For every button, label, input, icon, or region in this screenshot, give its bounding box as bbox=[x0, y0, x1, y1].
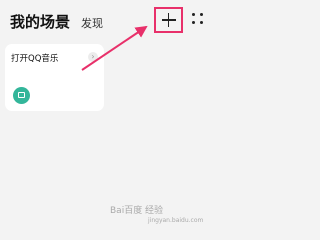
watermark-url: jingyan.baidu.com bbox=[148, 217, 204, 224]
annotation-arrow bbox=[81, 25, 148, 71]
watermark: Bai百度 经验 bbox=[110, 206, 164, 216]
